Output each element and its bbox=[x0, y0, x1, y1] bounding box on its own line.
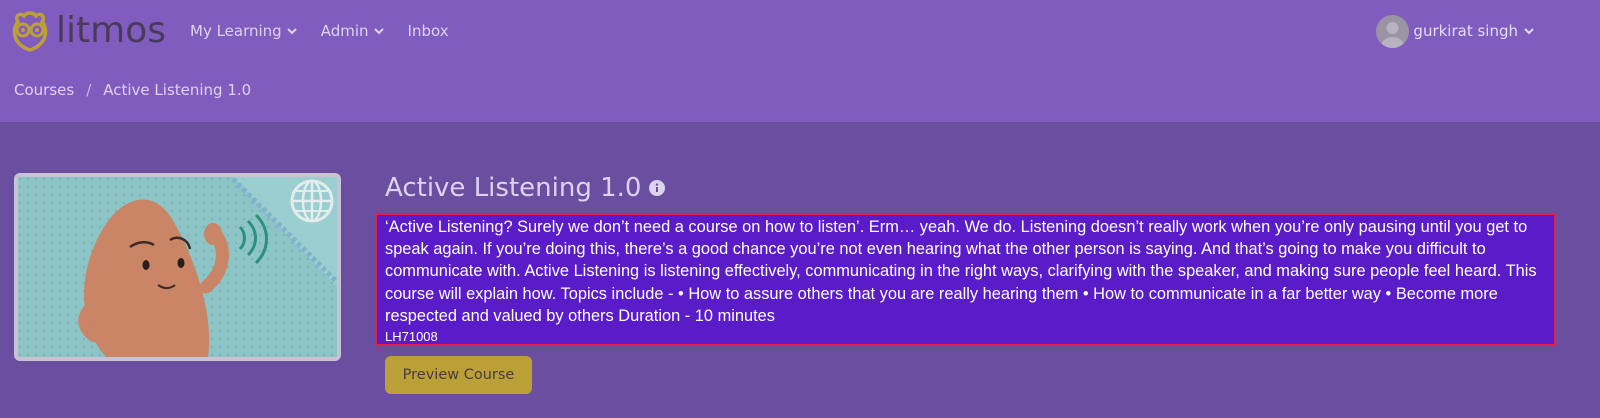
top-header: litmos My Learning Admin Inbox gurkirat … bbox=[0, 0, 1600, 122]
user-menu[interactable]: gurkirat singh bbox=[1376, 14, 1536, 48]
logo-wordmark: litmos bbox=[56, 10, 166, 51]
nav-my-learning[interactable]: My Learning bbox=[190, 22, 299, 40]
course-description-panel: ‘Active Listening? Surely we don’t need … bbox=[375, 213, 1556, 346]
owl-logo-icon bbox=[12, 11, 48, 52]
preview-course-button[interactable]: Preview Course bbox=[385, 356, 532, 394]
breadcrumb-courses[interactable]: Courses bbox=[14, 81, 74, 99]
info-icon[interactable] bbox=[649, 180, 666, 196]
litmos-logo[interactable]: litmos bbox=[8, 8, 166, 54]
nav-admin[interactable]: Admin bbox=[321, 22, 386, 40]
chevron-down-icon bbox=[373, 28, 384, 35]
course-description: ‘Active Listening? Surely we don’t need … bbox=[385, 218, 1537, 325]
course-title-row: Active Listening 1.0 bbox=[385, 170, 666, 206]
nav-inbox-label: Inbox bbox=[407, 22, 449, 40]
chevron-down-icon bbox=[287, 28, 297, 35]
globe-icon bbox=[290, 179, 334, 223]
user-name: gurkirat singh bbox=[1413, 22, 1518, 40]
nav-my-learning-label: My Learning bbox=[190, 22, 282, 40]
avatar bbox=[1376, 14, 1410, 48]
breadcrumb-current: Active Listening 1.0 bbox=[103, 81, 252, 99]
course-code: LH71008 bbox=[385, 329, 438, 345]
user-avatar-icon bbox=[1381, 21, 1404, 48]
breadcrumb: Courses / Active Listening 1.0 bbox=[14, 79, 251, 101]
course-title: Active Listening 1.0 bbox=[385, 173, 642, 203]
nav-inbox[interactable]: Inbox bbox=[408, 22, 449, 40]
chevron-down-icon bbox=[1524, 28, 1534, 35]
course-character-illustration bbox=[18, 177, 337, 357]
main-nav: My Learning Admin Inbox bbox=[190, 18, 449, 44]
nav-admin-label: Admin bbox=[320, 22, 369, 40]
course-thumbnail bbox=[14, 173, 341, 361]
breadcrumb-separator: / bbox=[86, 81, 92, 99]
